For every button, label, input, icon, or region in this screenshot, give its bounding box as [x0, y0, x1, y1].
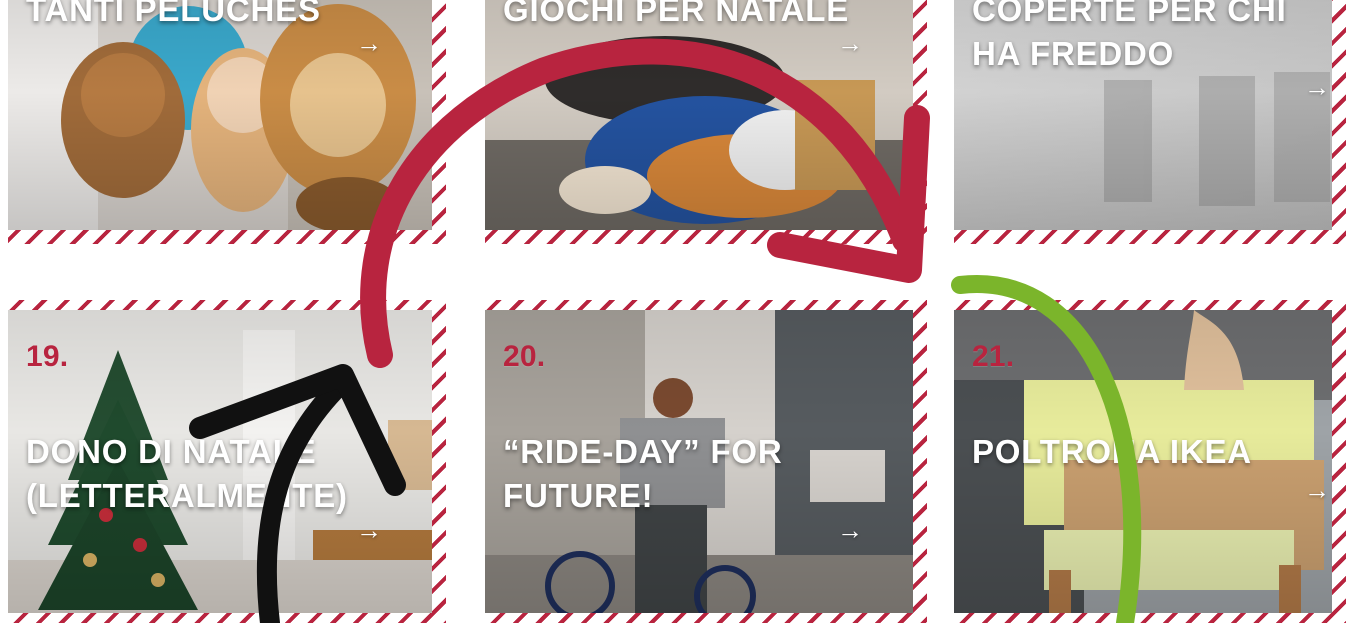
advent-card-21[interactable]: 21. POLTRONA IKEA → [954, 300, 1346, 623]
card-image: 20. “RIDE-DAY” FOR FUTURE! → [485, 310, 913, 613]
card-title: COPERTE PER CHI HA FREDDO [972, 0, 1287, 72]
arrow-right-icon[interactable]: → [356, 515, 382, 546]
card-title: POLTRONA IKEA [972, 433, 1252, 470]
arrow-right-icon[interactable]: → [837, 515, 863, 546]
card-title: TANTI PELUCHES [26, 0, 321, 28]
arrow-right-icon[interactable]: → [356, 28, 382, 59]
card-title: DONO DI NATALE (LETTERALMENTE) [26, 433, 348, 514]
calendar-grid: TANTI PELUCHES → GIOCHI PER NATALE → COP… [0, 0, 1346, 623]
advent-card-1[interactable]: TANTI PELUCHES → [8, 0, 446, 244]
arrow-right-icon[interactable]: → [837, 28, 863, 59]
card-title: GIOCHI PER NATALE [503, 0, 850, 28]
card-number: 19. [26, 340, 69, 373]
card-image: 19. DONO DI NATALE (LETTERALMENTE) → [8, 310, 432, 613]
advent-card-20[interactable]: 20. “RIDE-DAY” FOR FUTURE! → [485, 300, 927, 623]
card-title: “RIDE-DAY” FOR FUTURE! [503, 433, 783, 514]
card-image: TANTI PELUCHES → [8, 0, 432, 230]
advent-card-19[interactable]: 19. DONO DI NATALE (LETTERALMENTE) → [8, 300, 446, 623]
card-number: 21. [972, 340, 1015, 373]
card-image: COPERTE PER CHI HA FREDDO → [954, 0, 1332, 230]
arrow-right-icon[interactable]: → [1304, 475, 1330, 506]
card-number: 20. [503, 340, 546, 373]
advent-card-3[interactable]: COPERTE PER CHI HA FREDDO → [954, 0, 1346, 244]
card-image: 21. POLTRONA IKEA → [954, 310, 1332, 613]
advent-card-2[interactable]: GIOCHI PER NATALE → [485, 0, 927, 244]
card-image: GIOCHI PER NATALE → [485, 0, 913, 230]
arrow-right-icon[interactable]: → [1304, 72, 1330, 103]
